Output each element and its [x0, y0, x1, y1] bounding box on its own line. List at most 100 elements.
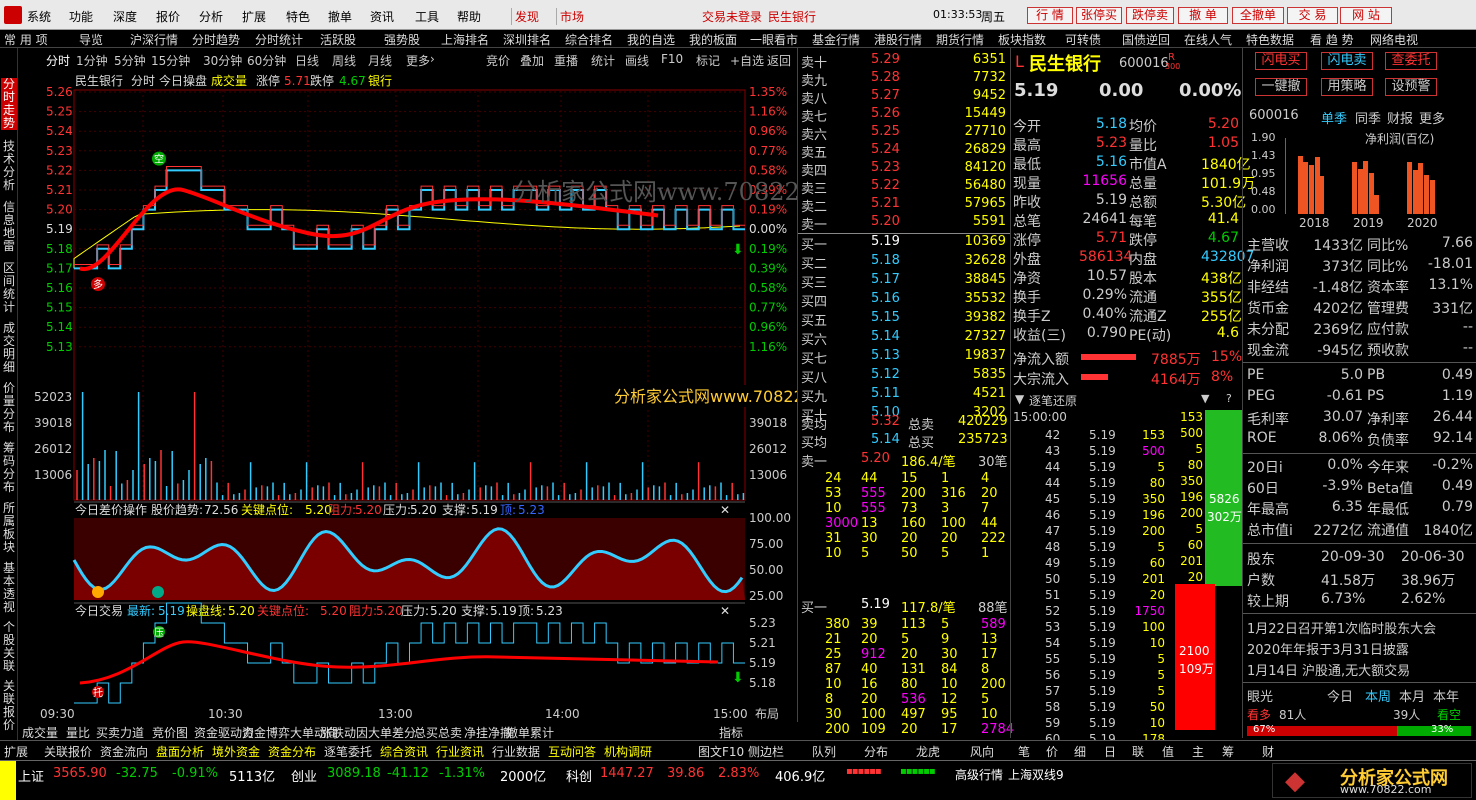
- left-tab[interactable]: 信息地雷: [1, 201, 17, 253]
- nav-item[interactable]: 常 用 项: [4, 31, 48, 48]
- chart-tool[interactable]: 标记: [696, 52, 720, 69]
- left-tab[interactable]: 技术分析: [1, 140, 17, 192]
- toolbar-button[interactable]: 全撤单: [1232, 7, 1284, 24]
- menu-find[interactable]: 发现: [511, 8, 539, 25]
- eye-tab[interactable]: 本年: [1433, 686, 1459, 705]
- toolbar-button[interactable]: 撤 单: [1178, 7, 1228, 24]
- period-tab[interactable]: 60分钟: [247, 52, 286, 69]
- line-name[interactable]: 上海双线9: [1008, 766, 1064, 783]
- menu-item[interactable]: 资讯: [370, 8, 394, 25]
- chevron-down-icon[interactable]: ▼: [1201, 392, 1209, 405]
- nav-item[interactable]: 分时趋势: [192, 31, 240, 48]
- bottom-tab[interactable]: 筹: [1222, 743, 1234, 760]
- bottom-tab[interactable]: 盘面分析: [156, 743, 204, 760]
- news-item[interactable]: 1月14日 沪股通,无大额交易: [1247, 660, 1410, 679]
- eye-tab[interactable]: 本月: [1399, 686, 1425, 705]
- nav-item[interactable]: 基金行情: [812, 31, 860, 48]
- tick-restore[interactable]: 逐笔还原: [1029, 392, 1077, 409]
- bottom-tab[interactable]: 综合资讯: [380, 743, 428, 760]
- bottom-tab[interactable]: 互动问答: [548, 743, 596, 760]
- left-tab[interactable]: 基本透视: [1, 562, 17, 614]
- period-tab[interactable]: 更多: [406, 52, 430, 69]
- menu-item[interactable]: 功能: [69, 8, 93, 25]
- action-button[interactable]: 闪电买: [1255, 52, 1307, 70]
- nav-item[interactable]: 活跃股: [320, 31, 356, 48]
- bottom-tab[interactable]: 联: [1132, 743, 1144, 760]
- left-tab[interactable]: 个股关联: [1, 621, 17, 673]
- fin-tab[interactable]: 同季: [1355, 108, 1381, 127]
- menu-market[interactable]: 市场: [556, 8, 584, 25]
- left-tab[interactable]: 所属板块: [1, 502, 17, 554]
- chart-tool[interactable]: +自选: [730, 52, 764, 69]
- bottom-tab[interactable]: 行业资讯: [436, 743, 484, 760]
- bottom-tab[interactable]: 笔: [1018, 743, 1030, 760]
- chart-tool[interactable]: 竞价: [486, 52, 510, 69]
- bottom-tab[interactable]: 扩展: [4, 743, 28, 760]
- indicator-tab[interactable]: 资金博弈: [242, 724, 290, 741]
- indicator-tab[interactable]: 买卖力道: [96, 724, 144, 741]
- period-tab[interactable]: 15分钟: [151, 52, 190, 69]
- toolbar-button[interactable]: 网 站: [1340, 7, 1392, 24]
- action-button[interactable]: 设预警: [1385, 78, 1437, 96]
- bottom-tab[interactable]: 资金分布: [268, 743, 316, 760]
- nav-item[interactable]: 期货行情: [936, 31, 984, 48]
- toolbar-button[interactable]: 交 易: [1287, 7, 1338, 24]
- indicator-tab[interactable]: 涨跌动因: [320, 724, 368, 741]
- action-button[interactable]: 闪电卖: [1321, 52, 1373, 70]
- nav-item[interactable]: 沪深行情: [130, 31, 178, 48]
- nav-item[interactable]: 我的板面: [689, 31, 737, 48]
- action-button[interactable]: 查委托: [1385, 52, 1437, 70]
- chart-tool[interactable]: 重播: [554, 52, 578, 69]
- quote-type[interactable]: 高级行情: [955, 766, 1003, 783]
- chart-tool[interactable]: 叠加: [520, 52, 544, 69]
- nav-item[interactable]: 导览: [79, 31, 103, 48]
- close-icon[interactable]: ✕: [720, 604, 730, 618]
- left-tab[interactable]: 关联报价: [1, 680, 17, 732]
- bottom-tab[interactable]: 逐笔委托: [324, 743, 372, 760]
- bottom-tab[interactable]: 资金流向: [100, 743, 148, 760]
- nav-item[interactable]: 可转债: [1065, 31, 1101, 48]
- nav-item[interactable]: 看 趋 势: [1310, 31, 1354, 48]
- toolbar-button[interactable]: 行 情: [1027, 7, 1073, 24]
- period-tab[interactable]: 日线: [295, 52, 319, 69]
- period-tab[interactable]: 周线: [332, 52, 356, 69]
- indicator-tab[interactable]: 量比: [66, 724, 90, 741]
- nav-item[interactable]: 国债逆回: [1122, 31, 1170, 48]
- chart-tool[interactable]: 返回: [767, 52, 791, 69]
- menu-item[interactable]: 系统: [27, 8, 51, 25]
- bottom-tab[interactable]: 分布: [864, 743, 888, 760]
- bottom-tab[interactable]: 主: [1192, 743, 1204, 760]
- eye-tab[interactable]: 今日: [1327, 686, 1353, 705]
- fin-tab[interactable]: 财报: [1387, 108, 1413, 127]
- menu-item[interactable]: 分析: [199, 8, 223, 25]
- nav-item[interactable]: 网络电视: [1370, 31, 1418, 48]
- eye-tab[interactable]: 眼光: [1247, 686, 1273, 705]
- bottom-tab[interactable]: 财: [1262, 743, 1274, 760]
- menu-item[interactable]: 工具: [415, 8, 439, 25]
- layout-button[interactable]: 布局: [755, 707, 779, 721]
- chart-tool[interactable]: F10: [661, 52, 683, 66]
- nav-item[interactable]: 综合排名: [565, 31, 613, 48]
- action-button[interactable]: 一键撤: [1255, 78, 1307, 96]
- period-tab[interactable]: 分时: [46, 52, 70, 69]
- fin-tab[interactable]: 更多: [1419, 108, 1445, 127]
- bottom-tab[interactable]: 日: [1104, 743, 1116, 760]
- nav-item[interactable]: 港股行情: [874, 31, 922, 48]
- period-tab[interactable]: 月线: [368, 52, 392, 69]
- indicator-tab[interactable]: 净挂净撤: [464, 724, 512, 741]
- action-button[interactable]: 用策略: [1321, 78, 1373, 96]
- indicator-tab[interactable]: 撤单累计: [506, 724, 554, 741]
- news-item[interactable]: 2020年年报于3月31日披露: [1247, 639, 1409, 658]
- help-icon[interactable]: ?: [1226, 392, 1232, 405]
- bottom-tab[interactable]: 队列: [812, 743, 836, 760]
- bottom-tab[interactable]: 关联报价: [44, 743, 92, 760]
- menu-item[interactable]: 深度: [113, 8, 137, 25]
- menu-item[interactable]: 特色: [286, 8, 310, 25]
- menu-item[interactable]: 报价: [156, 8, 180, 25]
- indicator-tab[interactable]: 大单差分: [368, 724, 416, 741]
- left-tab[interactable]: 价量分布: [1, 382, 17, 434]
- chart-tool[interactable]: 画线: [625, 52, 649, 69]
- nav-item[interactable]: 强势股: [384, 31, 420, 48]
- left-tab[interactable]: 区间统计: [1, 262, 17, 314]
- chart-tool[interactable]: 统计: [591, 52, 615, 69]
